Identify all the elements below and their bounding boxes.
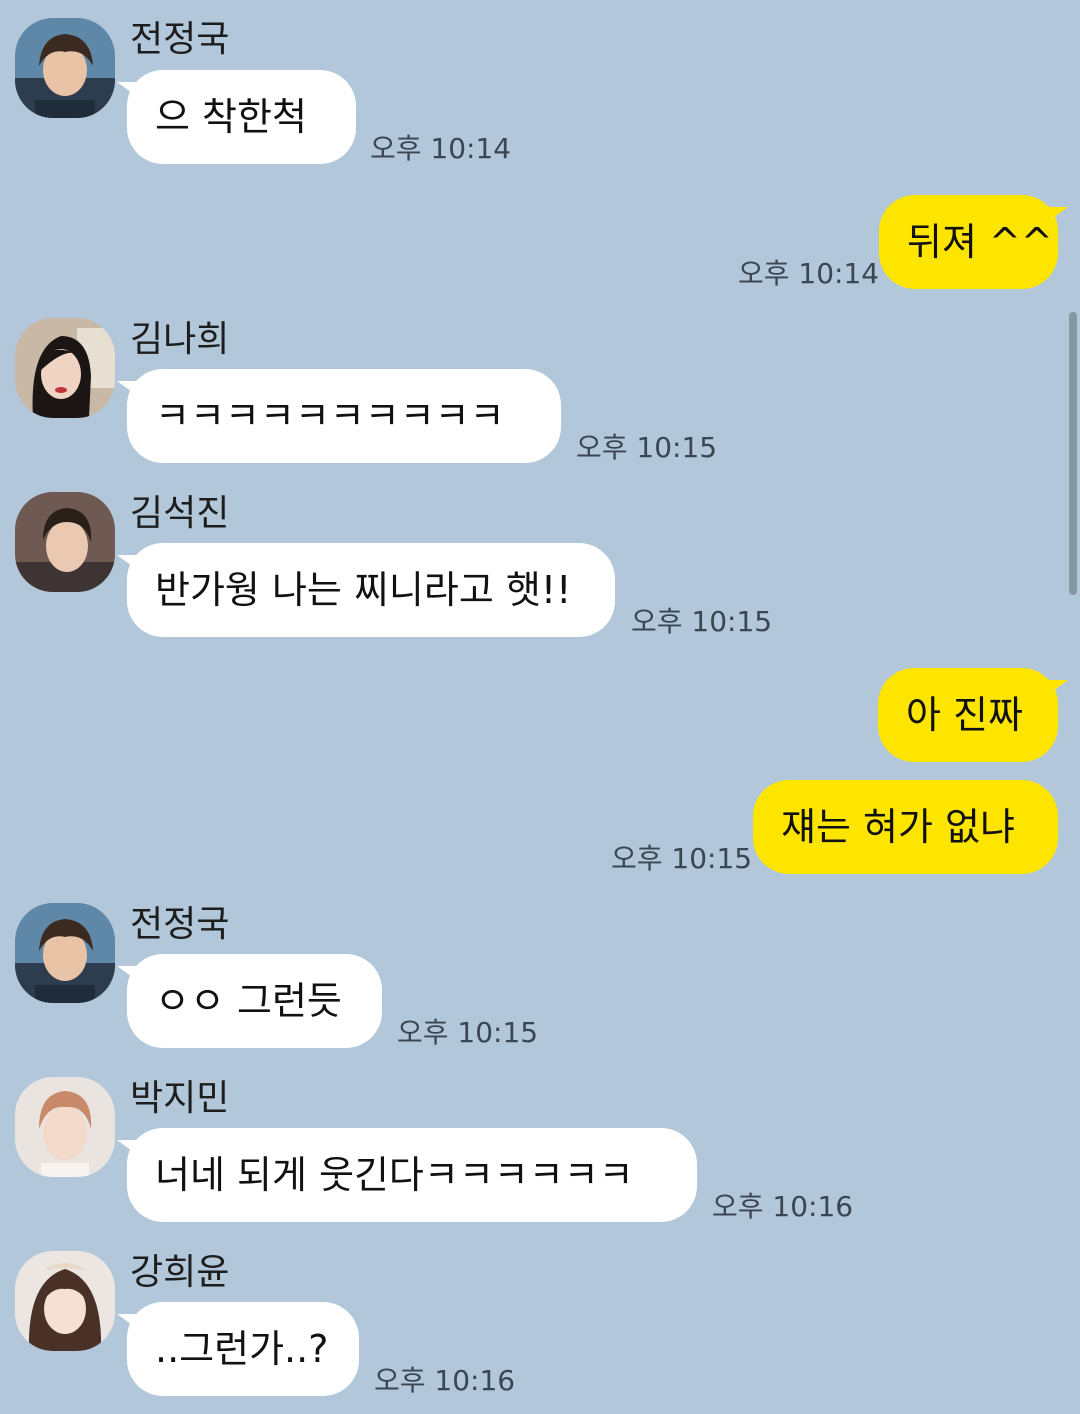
chat-room: 전정국 으 착한척 오후 10:14 뒤져 ^^ 오후 10:14 김나희 ㅋㅋ… [0,0,1080,1414]
message-text: 쟤는 혀가 없냐 [781,805,1015,849]
avatar[interactable] [15,1077,115,1177]
profile-photo-icon [15,492,115,592]
message-text: 아 진짜 [906,693,1023,737]
message-time: 오후 10:15 [631,605,773,638]
message-bubble-incoming[interactable]: ㅋㅋㅋㅋㅋㅋㅋㅋㅋㅋ [117,369,561,463]
bubble-tail [117,555,139,571]
bubble-tail [117,966,139,982]
message-bubble-incoming[interactable]: ㅇㅇ 그런듯 [117,954,382,1048]
avatar[interactable] [15,903,115,1003]
bubble-tail [117,82,139,98]
profile-photo-icon [15,1251,115,1351]
sender-name: 강희윤 [130,1252,230,1293]
message-bubble-incoming[interactable]: 너네 되게 웃긴다ㅋㅋㅋㅋㅋㅋ [117,1128,697,1222]
message-bubble-incoming[interactable]: 반가웡 나는 찌니라고 햇!! [117,543,615,637]
message-bubble-incoming[interactable]: ..그런가..? [117,1302,359,1396]
avatar[interactable] [15,318,115,418]
bubble-tail [117,381,139,397]
message-text: ..그런가..? [155,1327,329,1371]
message-text: 반가웡 나는 찌니라고 햇!! [155,568,572,612]
message-text: 뒤져 ^^ [907,220,1053,264]
profile-photo-icon [15,18,115,118]
message-bubble-outgoing[interactable]: 아 진짜 [878,668,1068,762]
scrollbar[interactable] [1069,312,1077,595]
bubble-tail [1046,680,1068,696]
message-bubble-outgoing[interactable]: 뒤져 ^^ [879,195,1068,289]
message-time: 오후 10:16 [712,1190,854,1223]
profile-photo-icon [15,1077,115,1177]
message-text: ㅋㅋㅋㅋㅋㅋㅋㅋㅋㅋ [155,394,505,438]
avatar[interactable] [15,1251,115,1351]
message-text: ㅇㅇ 그런듯 [155,979,342,1023]
sender-name: 김석진 [130,493,230,534]
message-bubble-outgoing[interactable]: 쟤는 혀가 없냐 [753,780,1058,874]
profile-photo-icon [15,903,115,1003]
message-time: 오후 10:15 [397,1016,539,1049]
bubble-tail [1046,207,1068,223]
bubble-tail [117,1140,139,1156]
message-time: 오후 10:15 [611,842,753,875]
message-time: 오후 10:14 [370,132,512,165]
bubble-tail [117,1314,139,1330]
message-time: 오후 10:15 [576,431,718,464]
sender-name: 전정국 [130,904,230,945]
message-text: 너네 되게 웃긴다ㅋㅋㅋㅋㅋㅋ [155,1153,634,1197]
profile-photo-icon [15,318,115,418]
message-time: 오후 10:16 [374,1364,516,1397]
avatar[interactable] [15,492,115,592]
message-bubble-incoming[interactable]: 으 착한척 [117,70,356,164]
message-time: 오후 10:14 [738,257,880,290]
sender-name: 전정국 [130,19,230,60]
message-text: 으 착한척 [155,95,307,139]
sender-name: 김나희 [130,319,230,360]
sender-name: 박지민 [130,1078,230,1119]
avatar[interactable] [15,18,115,118]
